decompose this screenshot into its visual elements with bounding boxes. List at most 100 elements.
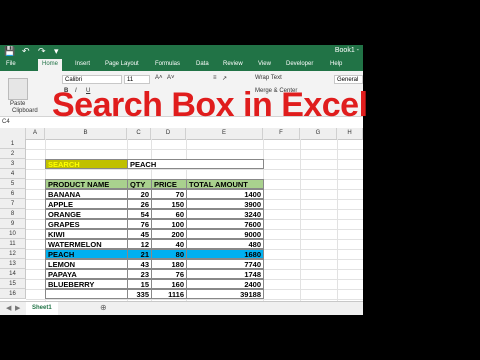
table-cell[interactable]: 100: [151, 219, 187, 229]
row-header-10[interactable]: 10: [0, 229, 26, 239]
tab-home[interactable]: Home: [38, 59, 63, 71]
row-header-3[interactable]: 3: [0, 159, 26, 169]
total-cell[interactable]: [45, 289, 128, 299]
tab-insert[interactable]: Insert: [75, 61, 90, 67]
row-header-4[interactable]: 4: [0, 169, 26, 179]
tab-file[interactable]: File: [6, 61, 16, 67]
save-icon[interactable]: 💾: [4, 47, 15, 56]
table-cell[interactable]: 7740: [186, 259, 264, 269]
redo-icon[interactable]: ↷: [38, 47, 46, 56]
total-cell[interactable]: 335: [127, 289, 152, 299]
tab-page-layout[interactable]: Page Layout: [105, 61, 139, 67]
table-cell[interactable]: GRAPES: [45, 219, 128, 229]
table-header-cell[interactable]: PRICE: [151, 179, 187, 189]
orientation-icon[interactable]: ↗: [222, 75, 227, 82]
table-header-cell[interactable]: QTY: [127, 179, 152, 189]
table-header-cell[interactable]: PRODUCT NAME: [45, 179, 128, 189]
row-header-15[interactable]: 15: [0, 279, 26, 289]
column-header-c[interactable]: C: [127, 128, 151, 139]
column-header-d[interactable]: D: [151, 128, 186, 139]
row-header-2[interactable]: 2: [0, 149, 26, 159]
table-cell[interactable]: 26: [127, 199, 152, 209]
paste-button[interactable]: [8, 78, 28, 100]
highlighted-table-cell[interactable]: 21: [127, 249, 152, 259]
tab-developer[interactable]: Developer: [286, 61, 313, 67]
table-cell[interactable]: 1400: [186, 189, 264, 199]
table-cell[interactable]: APPLE: [45, 199, 128, 209]
column-header-g[interactable]: G: [300, 128, 337, 139]
table-cell[interactable]: 76: [151, 269, 187, 279]
row-header-5[interactable]: 5: [0, 179, 26, 189]
tab-formulas[interactable]: Formulas: [155, 61, 180, 67]
table-cell[interactable]: 1748: [186, 269, 264, 279]
table-cell[interactable]: 76: [127, 219, 152, 229]
table-cell[interactable]: 200: [151, 229, 187, 239]
table-cell[interactable]: 43: [127, 259, 152, 269]
column-header-b[interactable]: B: [45, 128, 127, 139]
row-header-1[interactable]: 1: [0, 139, 26, 149]
increase-font-icon[interactable]: A˄: [155, 75, 163, 81]
table-cell[interactable]: 23: [127, 269, 152, 279]
table-cell[interactable]: 54: [127, 209, 152, 219]
select-all-corner[interactable]: [0, 128, 26, 139]
add-sheet-icon[interactable]: ⊕: [100, 303, 107, 312]
column-header-e[interactable]: E: [186, 128, 263, 139]
row-header-9[interactable]: 9: [0, 219, 26, 229]
table-cell[interactable]: 3900: [186, 199, 264, 209]
search-input-cell[interactable]: PEACH: [127, 159, 264, 169]
total-cell[interactable]: 1116: [151, 289, 187, 299]
table-cell[interactable]: WATERMELON: [45, 239, 128, 249]
number-format-select[interactable]: General: [334, 75, 363, 84]
name-box[interactable]: C4: [2, 118, 42, 127]
table-cell[interactable]: 12: [127, 239, 152, 249]
table-cell[interactable]: 70: [151, 189, 187, 199]
table-cell[interactable]: BANANA: [45, 189, 128, 199]
prev-sheet-icon[interactable]: ◀: [6, 304, 11, 312]
table-cell[interactable]: 7600: [186, 219, 264, 229]
row-header-16[interactable]: 16: [0, 289, 26, 299]
table-cell[interactable]: 150: [151, 199, 187, 209]
total-cell[interactable]: 39188: [186, 289, 264, 299]
decrease-font-icon[interactable]: A˅: [167, 75, 175, 81]
table-cell[interactable]: BLUEBERRY: [45, 279, 128, 289]
table-cell[interactable]: 45: [127, 229, 152, 239]
row-header-6[interactable]: 6: [0, 189, 26, 199]
column-header-a[interactable]: A: [26, 128, 45, 139]
table-cell[interactable]: 3240: [186, 209, 264, 219]
table-cell[interactable]: 40: [151, 239, 187, 249]
table-cell[interactable]: KIWI: [45, 229, 128, 239]
row-header-11[interactable]: 11: [0, 239, 26, 249]
tab-help[interactable]: Help: [330, 61, 342, 67]
table-cell[interactable]: 20: [127, 189, 152, 199]
table-cell[interactable]: 2400: [186, 279, 264, 289]
sheet-tab-sheet1[interactable]: Sheet1: [26, 302, 58, 315]
row-header-7[interactable]: 7: [0, 199, 26, 209]
tab-data[interactable]: Data: [196, 61, 209, 67]
search-label-cell[interactable]: SEARCH: [45, 159, 128, 169]
wrap-text-button[interactable]: Wrap Text: [255, 75, 282, 81]
highlighted-table-cell[interactable]: 80: [151, 249, 187, 259]
table-cell[interactable]: 480: [186, 239, 264, 249]
align-icon[interactable]: ≡: [213, 75, 217, 81]
font-size-select[interactable]: 11: [124, 75, 150, 84]
table-cell[interactable]: LEMON: [45, 259, 128, 269]
table-cell[interactable]: 160: [151, 279, 187, 289]
table-header-cell[interactable]: TOTAL AMOUNT: [186, 179, 264, 189]
table-cell[interactable]: ORANGE: [45, 209, 128, 219]
highlighted-table-cell[interactable]: PEACH: [45, 249, 128, 259]
next-sheet-icon[interactable]: ▶: [15, 304, 20, 312]
font-name-select[interactable]: Calibri: [62, 75, 122, 84]
column-header-f[interactable]: F: [263, 128, 300, 139]
table-cell[interactable]: PAPAYA: [45, 269, 128, 279]
table-cell[interactable]: 60: [151, 209, 187, 219]
tab-view[interactable]: View: [258, 61, 271, 67]
row-header-12[interactable]: 12: [0, 249, 26, 259]
tab-review[interactable]: Review: [223, 61, 243, 67]
customize-icon[interactable]: ▾: [54, 47, 59, 56]
row-header-13[interactable]: 13: [0, 259, 26, 269]
table-cell[interactable]: 180: [151, 259, 187, 269]
table-cell[interactable]: 9000: [186, 229, 264, 239]
row-header-8[interactable]: 8: [0, 209, 26, 219]
row-header-14[interactable]: 14: [0, 269, 26, 279]
table-cell[interactable]: 15: [127, 279, 152, 289]
